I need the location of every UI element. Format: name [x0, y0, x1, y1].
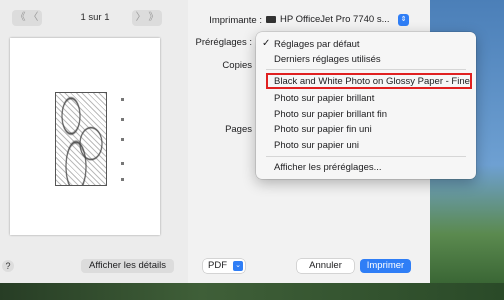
- margin-marker: [121, 118, 124, 121]
- menu-item[interactable]: Afficher les préréglages...: [274, 162, 382, 173]
- pdf-label: PDF: [208, 260, 227, 271]
- menu-item[interactable]: Photo sur papier uni: [274, 140, 359, 151]
- copies-label: Copies: [222, 60, 252, 71]
- menu-item[interactable]: Réglages par défaut: [274, 39, 360, 50]
- cancel-button[interactable]: Annuler: [297, 259, 354, 273]
- pdf-menu-button[interactable]: PDF ⌄: [203, 259, 245, 273]
- page-preview: [10, 38, 160, 235]
- preview-pane: 《 〈 1 sur 1 〉 》 ? Afficher les détails: [0, 0, 188, 283]
- presets-menu: ✓ Réglages par défaut Derniers réglages …: [256, 32, 476, 179]
- menu-item[interactable]: Photo sur papier brillant: [274, 93, 374, 104]
- menu-item[interactable]: Photo sur papier brillant fin: [274, 109, 387, 120]
- preview-artwork: [55, 92, 107, 186]
- margin-marker: [121, 138, 124, 141]
- margin-marker: [121, 98, 124, 101]
- printer-select[interactable]: HP OfficeJet Pro 7740 s...: [266, 13, 410, 27]
- menu-item[interactable]: Photo sur papier fin uni: [274, 124, 372, 135]
- presets-label: Préréglages :: [195, 37, 252, 48]
- menu-item[interactable]: Derniers réglages utilisés: [274, 54, 381, 65]
- help-button[interactable]: ?: [2, 260, 14, 272]
- chevron-down-icon: ⌄: [233, 261, 243, 271]
- printer-icon: [266, 15, 276, 23]
- pages-label: Pages: [225, 124, 252, 135]
- print-button[interactable]: Imprimer: [360, 259, 411, 273]
- chevron-updown-icon[interactable]: ⇕: [398, 14, 409, 26]
- printer-value: HP OfficeJet Pro 7740 s...: [280, 14, 390, 25]
- show-details-button[interactable]: Afficher les détails: [81, 259, 174, 273]
- menu-separator: [266, 69, 466, 70]
- page-indicator: 1 sur 1: [80, 12, 110, 23]
- margin-marker: [121, 178, 124, 181]
- menu-separator: [266, 156, 466, 157]
- menu-item[interactable]: Black and White Photo on Glossy Paper - …: [274, 76, 470, 87]
- desktop-bottom: [0, 283, 504, 300]
- checkmark-icon: ✓: [262, 38, 271, 49]
- printer-label: Imprimante :: [209, 15, 262, 26]
- margin-marker: [121, 162, 124, 165]
- next-page-button[interactable]: 〉 》: [132, 10, 162, 26]
- prev-page-button[interactable]: 《 〈: [12, 10, 42, 26]
